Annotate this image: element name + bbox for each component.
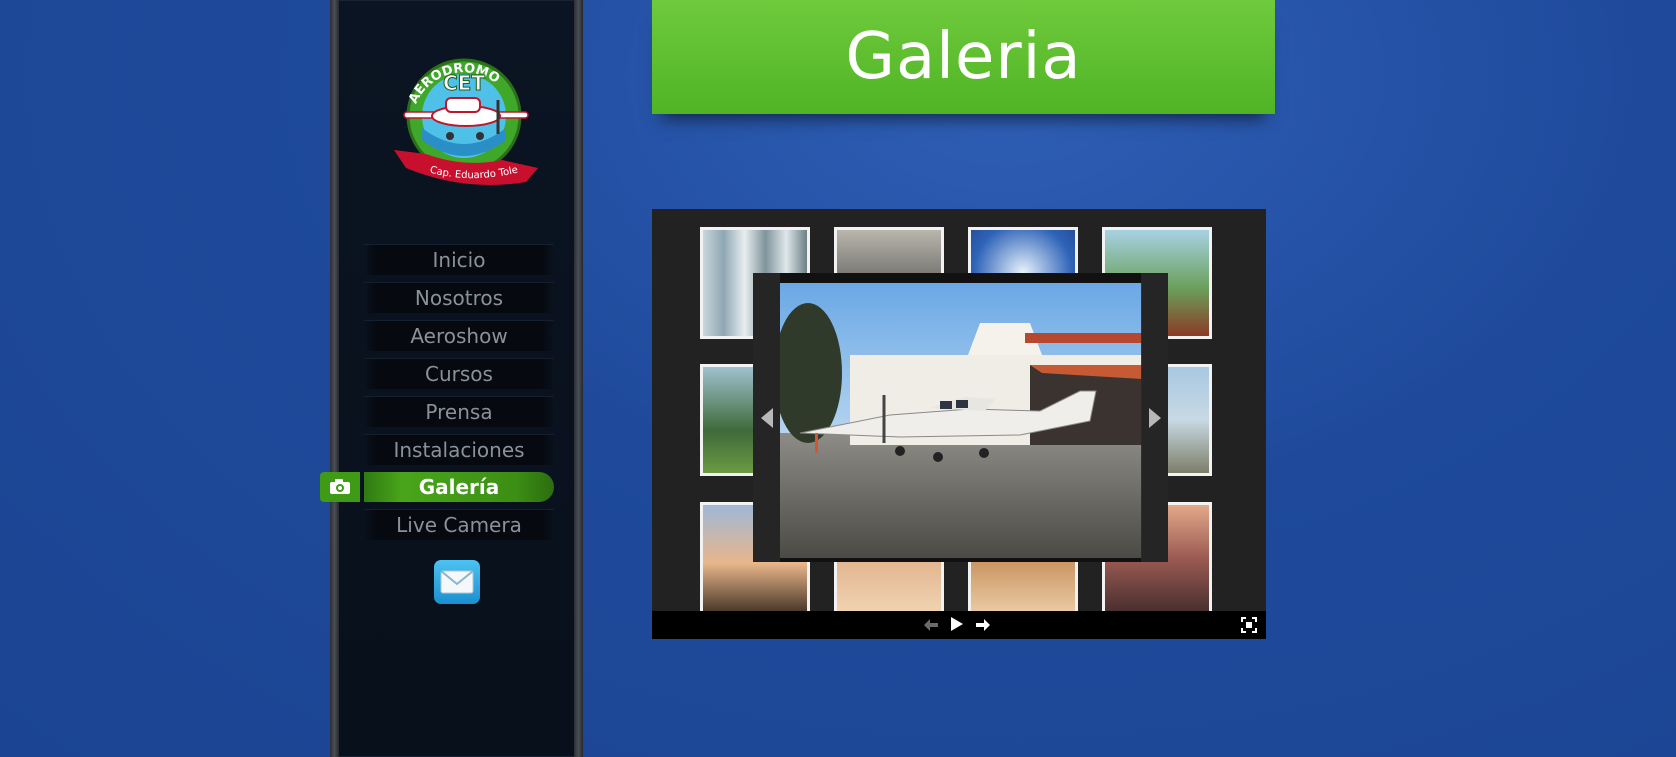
arrow-right-icon — [1148, 407, 1161, 428]
nav-item-label: Aeroshow — [410, 324, 508, 348]
nav-item-label: Cursos — [425, 362, 493, 386]
page-header: Galeria — [652, 0, 1275, 114]
nav-item-label: Live Camera — [396, 513, 522, 537]
viewer-next-button[interactable] — [1141, 273, 1168, 562]
featured-photo[interactable] — [780, 283, 1142, 558]
play-icon — [951, 617, 963, 631]
nav-item-aeroshow[interactable]: Aeroshow — [364, 320, 554, 351]
arrow-right-icon — [976, 619, 990, 631]
nav-item-label: Galería — [418, 475, 500, 499]
nav-item-live-camera[interactable]: Live Camera — [364, 509, 554, 540]
arrow-left-icon — [760, 407, 773, 428]
page-title: Galeria — [845, 20, 1082, 94]
nav-item-nosotros[interactable]: Nosotros — [364, 282, 554, 313]
nav-item-label: Nosotros — [414, 286, 504, 310]
logo[interactable]: AERODROMO CET Cap. Eduardo Toledo — [383, 42, 546, 186]
nav-item-prensa[interactable]: Prensa — [364, 396, 554, 427]
camera-icon — [320, 472, 360, 502]
play-button[interactable] — [950, 616, 964, 636]
nav-item-label: Prensa — [425, 400, 493, 424]
arrow-left-icon — [924, 619, 938, 631]
nav-item-galeria[interactable]: Galería — [320, 472, 554, 502]
next-button[interactable] — [975, 617, 991, 636]
main-nav: Inicio Nosotros Aeroshow Cursos Prensa I… — [320, 244, 554, 547]
photo-gallery — [652, 209, 1266, 639]
nav-item-instalaciones[interactable]: Instalaciones — [364, 434, 554, 465]
nav-item-cursos[interactable]: Cursos — [364, 358, 554, 389]
sidebar: AERODROMO CET Cap. Eduardo Toledo Inicio… — [320, 0, 583, 757]
nav-item-inicio[interactable]: Inicio — [364, 244, 554, 275]
gallery-controls — [652, 611, 1266, 639]
nav-item-label: Instalaciones — [393, 438, 525, 462]
mail-icon[interactable] — [434, 560, 480, 604]
previous-button[interactable] — [923, 617, 939, 636]
nav-item-label: Inicio — [432, 248, 486, 272]
photo-viewer — [753, 273, 1168, 562]
fullscreen-button[interactable] — [1241, 617, 1257, 637]
fullscreen-icon — [1241, 617, 1257, 633]
logo-center-text: CET — [443, 71, 485, 95]
viewer-prev-button[interactable] — [753, 273, 780, 562]
